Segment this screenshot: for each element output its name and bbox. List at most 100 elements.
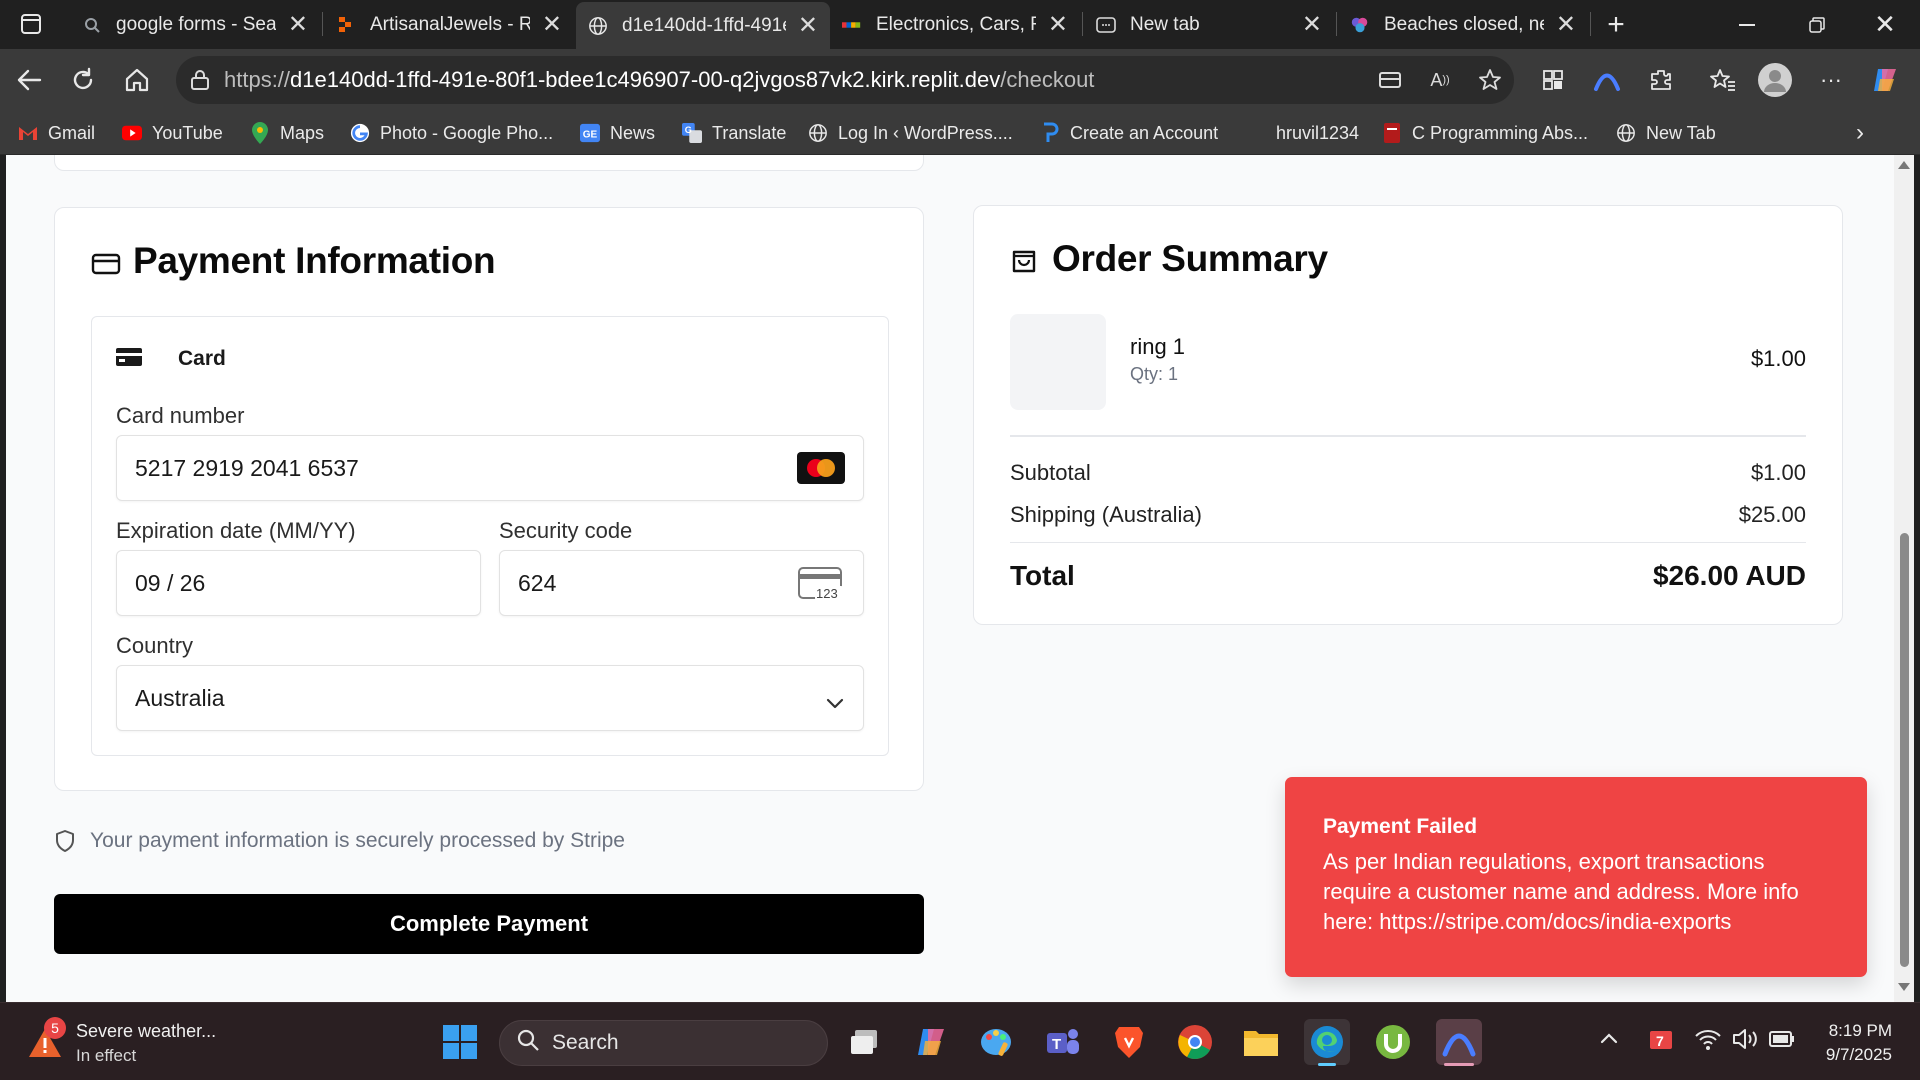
close-window-button[interactable]: ✕ [1850, 0, 1920, 49]
bookmark-new-tab[interactable]: New Tab [1616, 119, 1716, 147]
bookmark-google-photos[interactable]: Photo - Google Pho... [350, 119, 553, 147]
toast-message: As per Indian regulations, export transa… [1323, 849, 1799, 934]
defender-icon[interactable]: 7 [1648, 1027, 1674, 1058]
shield-icon [54, 829, 76, 858]
favorites-icon[interactable] [1704, 61, 1742, 99]
clock-date[interactable]: 9/7/2025 [1800, 1045, 1892, 1065]
extension-grid-icon[interactable] [1534, 61, 1572, 99]
payment-failed-toast[interactable]: Payment Failed As per Indian regulations… [1285, 777, 1867, 977]
scrollbar-thumb[interactable] [1900, 533, 1909, 967]
globe-icon [1616, 123, 1636, 143]
total-label: Total [1010, 560, 1075, 591]
tab-bar: google forms - Searc ✕ ArtisanalJewels -… [0, 0, 1920, 49]
read-aloud-icon[interactable]: A)) [1428, 68, 1452, 92]
order-summary-card: Order Summary ring 1 Qty: 1 $1.00 Subtot… [973, 205, 1843, 625]
chrome-icon[interactable] [1172, 1019, 1218, 1065]
battery-icon[interactable] [1768, 1029, 1796, 1054]
close-tab-icon[interactable]: ✕ [542, 10, 562, 39]
weather-badge: 5 [44, 1017, 66, 1039]
tab-checkout[interactable]: d1e140dd-1ffd-491e ✕ [576, 2, 830, 49]
close-tab-icon[interactable]: ✕ [288, 10, 308, 39]
complete-payment-button[interactable]: Complete Payment [54, 894, 924, 954]
site-info-icon[interactable] [188, 68, 212, 92]
close-tab-icon[interactable]: ✕ [1048, 10, 1068, 39]
favorite-star-icon[interactable] [1478, 68, 1502, 92]
bookmark-create-account[interactable]: Create an Account [1040, 119, 1218, 147]
bookmark-youtube[interactable]: YouTube [122, 119, 223, 147]
close-tab-icon[interactable]: ✕ [1556, 10, 1576, 39]
paint-icon[interactable] [974, 1019, 1020, 1065]
google-icon [350, 123, 370, 143]
tab-google-forms[interactable]: google forms - Searc ✕ [70, 5, 320, 44]
tab-artisanaljewels[interactable]: ArtisanalJewels - Rep ✕ [324, 5, 574, 44]
bookmark-c-programming[interactable]: C Programming Abs... [1382, 119, 1588, 147]
translate-icon: G [682, 123, 702, 143]
minimize-button[interactable] [1712, 0, 1782, 49]
search-icon [82, 15, 102, 35]
file-explorer-icon[interactable] [1238, 1019, 1284, 1065]
bookmark-hruvil[interactable]: hruvil1234 [1276, 119, 1359, 147]
vpn-app-icon[interactable] [1436, 1019, 1482, 1066]
country-select[interactable]: Australia [116, 665, 864, 731]
gmail-icon [18, 123, 38, 143]
clock-time[interactable]: 8:19 PM [1808, 1021, 1892, 1041]
order-summary-title: Order Summary [1052, 238, 1328, 279]
bookmark-news[interactable]: GE News [580, 119, 655, 147]
edge-icon[interactable] [1304, 1019, 1350, 1066]
back-icon[interactable] [10, 61, 48, 99]
tab-ebay[interactable]: Electronics, Cars, Fas ✕ [830, 5, 1080, 44]
weather-title[interactable]: Severe weather... [76, 1021, 216, 1042]
refresh-icon[interactable] [64, 61, 102, 99]
taskbar-search[interactable]: Search [499, 1020, 828, 1066]
navigation-bar: https://d1e140dd-1ffd-491e-80f1-bdee1c49… [0, 49, 1920, 111]
svg-text:7: 7 [1656, 1033, 1664, 1049]
expiry-input[interactable]: 09 / 26 [116, 550, 481, 616]
country-label: Country [116, 633, 194, 658]
payment-title: Payment Information [133, 240, 496, 281]
copilot-icon[interactable] [908, 1019, 954, 1065]
restore-button[interactable] [1782, 0, 1852, 49]
close-tab-icon[interactable]: ✕ [1302, 10, 1322, 39]
bookmark-wordpress[interactable]: Log In ‹ WordPress.... [808, 119, 1013, 147]
bookmark-translate[interactable]: G Translate [682, 119, 786, 147]
home-icon[interactable] [118, 61, 156, 99]
scroll-up-arrow-icon[interactable] [1898, 161, 1910, 169]
copilot-icon[interactable] [1866, 61, 1904, 99]
weather-subtitle: In effect [76, 1046, 137, 1065]
page-scrollbar[interactable] [1894, 155, 1914, 1002]
card-method-label[interactable]: Card [178, 347, 226, 371]
vpn-extension-icon[interactable] [1588, 61, 1626, 99]
item-qty: Qty: 1 [1130, 364, 1179, 384]
close-tab-icon[interactable]: ✕ [798, 11, 818, 40]
news-icon [1350, 15, 1370, 35]
card-number-input[interactable]: 5217 2919 2041 6537 [116, 435, 864, 501]
scroll-down-arrow-icon[interactable] [1898, 983, 1910, 991]
tab-beaches[interactable]: Beaches closed, net ✕ [1338, 5, 1588, 44]
tab-new-tab[interactable]: New tab ✕ [1084, 5, 1334, 44]
security-code-input[interactable]: 624 123 [499, 550, 864, 616]
address-bar[interactable]: https://d1e140dd-1ffd-491e-80f1-bdee1c49… [176, 56, 1514, 104]
start-windows-icon[interactable] [437, 1019, 483, 1065]
bookmark-gmail[interactable]: Gmail [18, 119, 95, 147]
tab-actions-icon[interactable] [12, 5, 50, 43]
credit-card-icon [91, 252, 121, 281]
brave-icon[interactable] [1106, 1019, 1152, 1065]
cvc-card-icon: 123 [797, 566, 845, 608]
chevron-up-icon[interactable] [1600, 1031, 1618, 1049]
wifi-icon[interactable] [1694, 1027, 1722, 1056]
task-view-icon[interactable] [842, 1019, 888, 1065]
weather-warning-icon[interactable]: 5 [26, 1017, 66, 1066]
bookmark-maps[interactable]: Maps [250, 119, 324, 147]
volume-icon[interactable] [1732, 1027, 1760, 1056]
reader-view-icon[interactable] [1378, 68, 1402, 92]
extensions-icon[interactable] [1642, 61, 1680, 99]
profile-avatar[interactable] [1756, 61, 1794, 99]
shipping-label: Shipping (Australia) [1010, 502, 1202, 527]
svg-text:GE: GE [583, 130, 598, 141]
search-icon [516, 1028, 540, 1058]
bookmarks-overflow-chevron-icon[interactable]: › [1856, 119, 1864, 147]
new-tab-button[interactable]: + [1596, 0, 1636, 49]
settings-more-icon[interactable]: ··· [1812, 61, 1850, 99]
utorrent-icon[interactable] [1370, 1019, 1416, 1065]
teams-icon[interactable]: T [1040, 1019, 1086, 1065]
